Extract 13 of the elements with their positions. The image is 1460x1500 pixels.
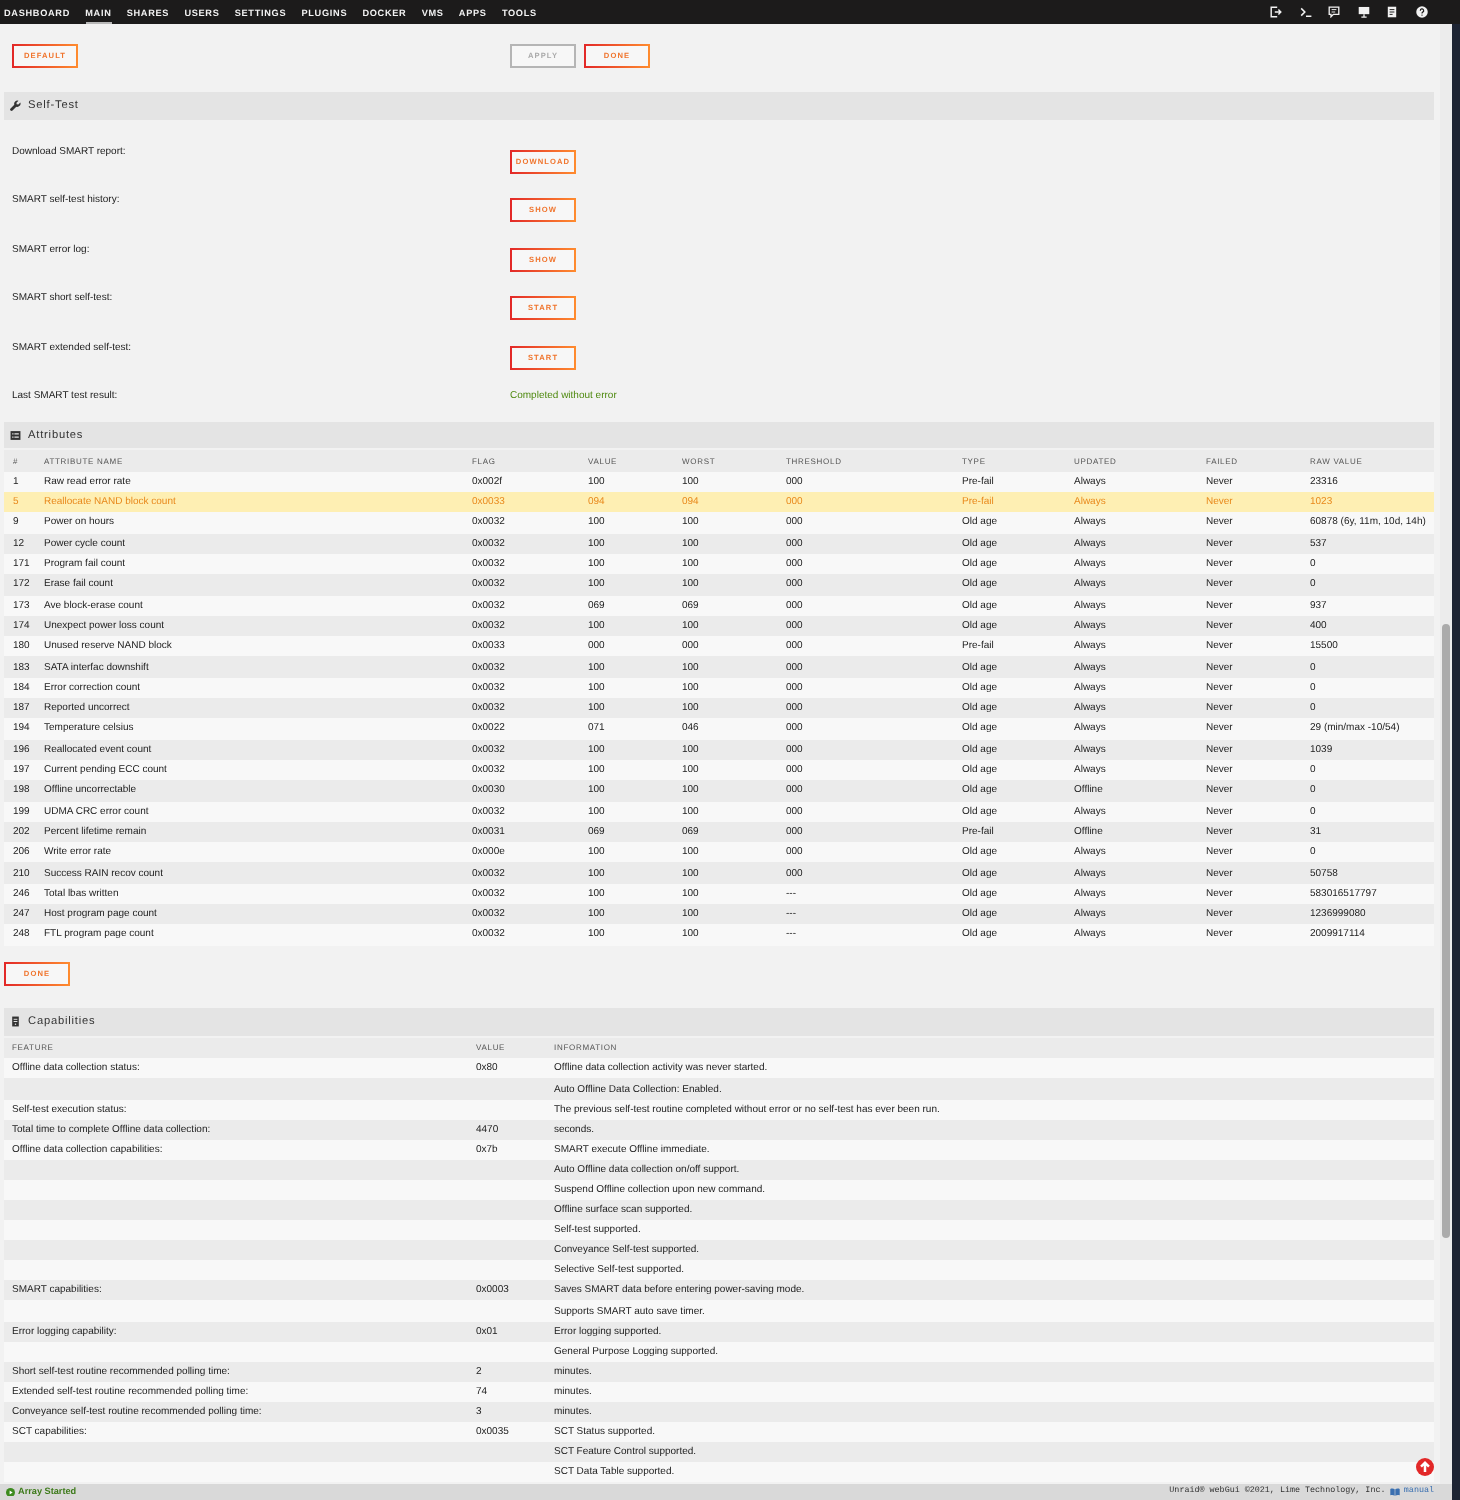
scrollbar-thumb[interactable]: [1442, 624, 1450, 1238]
terminal-icon[interactable]: [1299, 6, 1312, 18]
chat-icon[interactable]: [1328, 6, 1341, 18]
list-icon: [10, 429, 21, 441]
monitor-icon[interactable]: [1357, 6, 1370, 18]
document-icon[interactable]: [1386, 6, 1399, 18]
scroll-to-top-button[interactable]: [1415, 1457, 1433, 1475]
wrench-icon: [10, 100, 21, 111]
help-icon[interactable]: [1416, 6, 1428, 18]
play-circle-icon: [6, 1487, 15, 1497]
server-icon: [10, 1016, 21, 1028]
book-icon: [1390, 1487, 1401, 1496]
logout-icon[interactable]: [1270, 6, 1283, 18]
